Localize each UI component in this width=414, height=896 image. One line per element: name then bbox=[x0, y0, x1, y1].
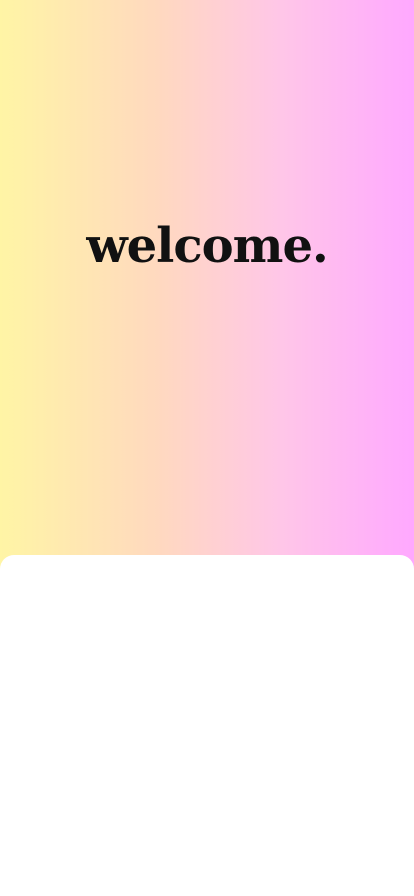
bottom-sheet bbox=[0, 555, 414, 896]
welcome-title: welcome. bbox=[86, 218, 328, 274]
